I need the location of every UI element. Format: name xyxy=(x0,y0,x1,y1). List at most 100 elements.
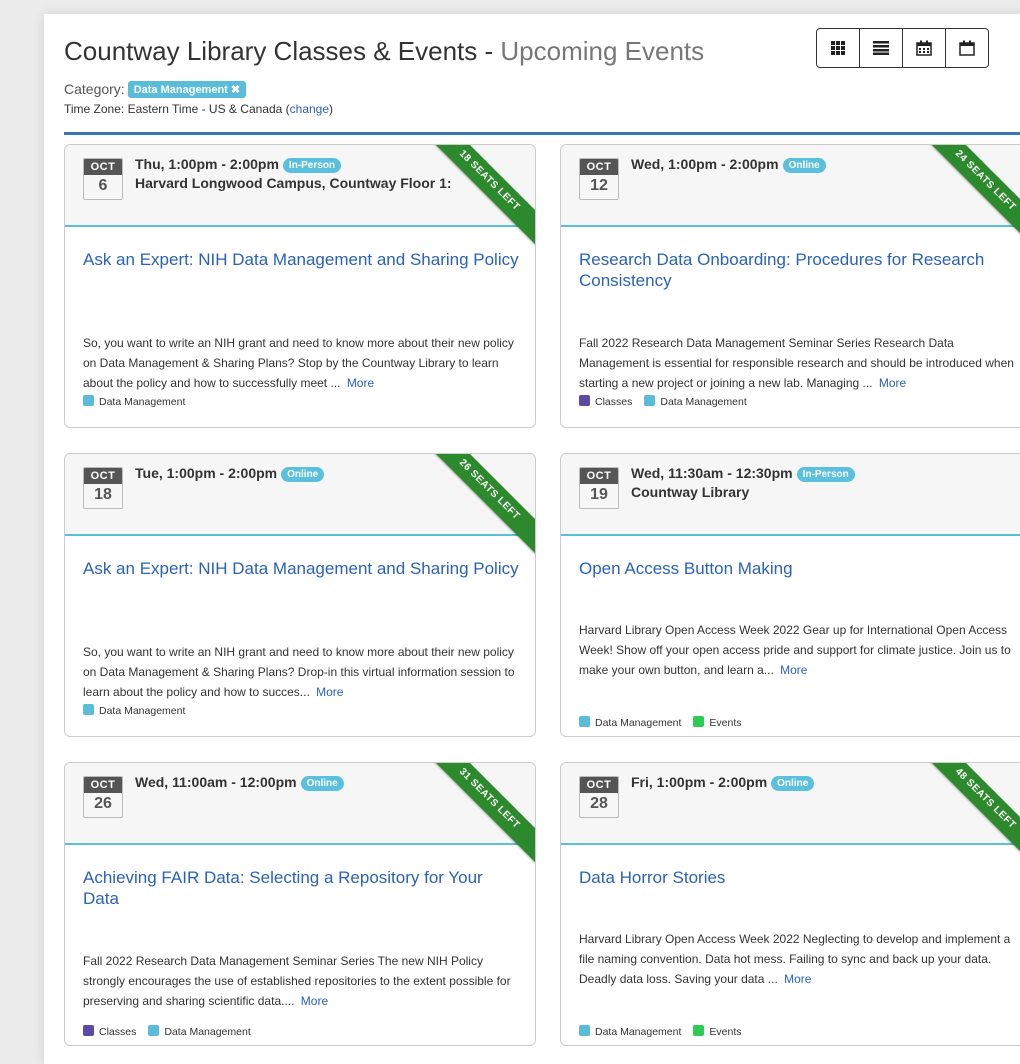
date-day: 26 xyxy=(94,795,112,812)
more-link[interactable]: More xyxy=(301,994,328,1008)
tag-swatch xyxy=(83,1025,94,1036)
more-link[interactable]: More xyxy=(316,685,343,699)
tag-label: Data Management xyxy=(660,396,747,408)
event-mode-badge: In-Person xyxy=(796,467,855,482)
category-tag[interactable]: Events xyxy=(693,716,742,729)
event-card: OCT 18 Tue, 1:00pm - 2:00pm Online 26 SEATS … xyxy=(64,453,536,737)
category-tag[interactable]: Data Management xyxy=(579,716,681,729)
event-mode-badge: In-Person xyxy=(282,158,342,173)
page-title: Countway Library Classes & Events - Upco… xyxy=(64,36,705,66)
category-tag[interactable]: Data Management xyxy=(83,395,185,408)
category-tag[interactable]: Data Management xyxy=(148,1025,251,1038)
date-badge: OCT 28 xyxy=(579,776,619,818)
category-tag[interactable]: Data Management xyxy=(579,1025,681,1038)
date-day: 12 xyxy=(590,177,608,194)
date-badge: OCT 6 xyxy=(83,158,123,200)
event-card: OCT 6 Thu, 1:00pm - 2:00pm In-Person Harvard… xyxy=(64,144,536,428)
event-description: So, you want to write an NIH grant and n… xyxy=(83,336,514,390)
event-tags: Data Management Events xyxy=(579,716,754,729)
event-mode-badge: Online xyxy=(281,467,325,482)
event-card-header: OCT 6 Thu, 1:00pm - 2:00pm In-Person Harvard… xyxy=(65,145,535,247)
tag-swatch xyxy=(693,716,705,727)
date-badge: OCT 18 xyxy=(83,467,123,509)
event-mode-badge: Online xyxy=(771,776,815,791)
date-month: OCT xyxy=(580,159,618,175)
event-title-link[interactable]: Data Horror Stories xyxy=(579,867,1019,888)
category-tag[interactable]: Classes xyxy=(83,1025,136,1038)
date-badge: OCT 26 xyxy=(83,776,123,818)
event-time: Wed, 11:00am - 12:00pm Online xyxy=(135,774,344,791)
seats-left-ribbon: 26 SEATS LEFT xyxy=(423,454,535,556)
event-location: Countway Library xyxy=(631,484,750,500)
date-month: OCT xyxy=(84,777,122,793)
event-description: Harvard Library Open Access Week 2022 Ge… xyxy=(579,623,1011,677)
event-card: OCT 19 Wed, 11:30am - 12:30pm In-Person Coun… xyxy=(560,453,1020,737)
event-description: Fall 2022 Research Data Management Semin… xyxy=(83,954,511,1008)
tag-label: Events xyxy=(709,717,742,729)
events-panel: Countway Library Classes & Events - Upco… xyxy=(44,14,1020,1064)
date-day: 6 xyxy=(98,177,108,194)
tag-label: Data Management xyxy=(99,705,186,717)
grid-view-button[interactable] xyxy=(817,29,860,67)
tag-label: Data Management xyxy=(164,1026,251,1038)
event-title-link[interactable]: Ask an Expert: NIH Data Management and S… xyxy=(83,558,523,579)
category-tag[interactable]: Classes xyxy=(579,395,632,408)
event-card-header: OCT 26 Wed, 11:00am - 12:00pm Online 31 SEAT… xyxy=(65,763,535,865)
event-time: Thu, 1:00pm - 2:00pm In-Person xyxy=(135,156,342,173)
event-card-header: OCT 12 Wed, 1:00pm - 2:00pm Online 24 SEATS … xyxy=(561,145,1020,247)
tag-label: Data Management xyxy=(99,396,186,408)
grid-icon xyxy=(831,41,845,55)
tag-swatch xyxy=(644,395,656,406)
event-card-header: OCT 18 Tue, 1:00pm - 2:00pm Online 26 SEATS … xyxy=(65,454,535,556)
calendar-icon xyxy=(959,40,975,56)
list-icon xyxy=(873,41,889,55)
event-card: OCT 12 Wed, 1:00pm - 2:00pm Online 24 SEATS … xyxy=(560,144,1020,428)
more-link[interactable]: More xyxy=(780,663,807,677)
more-link[interactable]: More xyxy=(784,972,811,986)
event-mode-badge: Online xyxy=(782,158,826,173)
tag-swatch xyxy=(83,395,94,406)
seats-left-ribbon: 24 SEATS LEFT xyxy=(919,145,1020,247)
tag-swatch xyxy=(693,1025,705,1036)
date-month: OCT xyxy=(580,468,618,484)
tag-label: Data Management xyxy=(595,717,682,729)
more-link[interactable]: More xyxy=(347,376,374,390)
category-tag[interactable]: Data Management xyxy=(83,704,185,717)
timezone-change-link[interactable]: change xyxy=(290,102,329,116)
date-month: OCT xyxy=(580,777,618,793)
category-tag[interactable]: Data Management xyxy=(644,395,747,408)
date-day: 28 xyxy=(590,795,608,812)
event-time: Tue, 1:00pm - 2:00pm Online xyxy=(135,465,325,482)
event-title-link[interactable]: Research Data Onboarding: Procedures for… xyxy=(579,249,1019,291)
calendar-view-button[interactable] xyxy=(946,29,988,67)
seats-left-ribbon: 48 SEATS LEFT xyxy=(919,763,1020,865)
month-view-button[interactable] xyxy=(903,29,946,67)
tag-label: Data Management xyxy=(595,1026,682,1038)
tag-label: Classes xyxy=(595,396,633,408)
list-view-button[interactable] xyxy=(860,29,903,67)
calendar-month-icon xyxy=(916,40,932,56)
event-mode-badge: Online xyxy=(300,776,344,791)
event-time: Wed, 11:30am - 12:30pm In-Person xyxy=(631,465,855,482)
event-tags: Data Management Events xyxy=(579,1025,754,1038)
event-title-link[interactable]: Open Access Button Making xyxy=(579,558,1019,579)
category-badge-remove[interactable]: Data Management ✖ xyxy=(127,81,247,98)
view-toggle xyxy=(816,28,989,68)
event-tags: Classes Data Management xyxy=(579,395,759,408)
tag-swatch xyxy=(83,704,94,715)
event-title-link[interactable]: Ask an Expert: NIH Data Management and S… xyxy=(83,249,523,270)
event-location: Harvard Longwood Campus, Countway Floor … xyxy=(135,175,452,191)
more-link[interactable]: More xyxy=(879,376,906,390)
date-badge: OCT 12 xyxy=(579,158,619,200)
seats-left-ribbon: 18 SEATS LEFT xyxy=(423,145,535,247)
tag-swatch xyxy=(579,716,590,727)
seats-left-ribbon: 31 SEATS LEFT xyxy=(423,763,535,865)
timezone-line: Time Zone: Eastern Time - US & Canada (c… xyxy=(64,102,334,116)
category-tag[interactable]: Events xyxy=(693,1025,742,1038)
tag-swatch xyxy=(148,1025,160,1036)
tag-label: Events xyxy=(709,1026,742,1038)
event-time: Wed, 1:00pm - 2:00pm Online xyxy=(631,156,826,173)
event-card-header: OCT 19 Wed, 11:30am - 12:30pm In-Person Coun… xyxy=(561,454,1020,536)
event-title-link[interactable]: Achieving FAIR Data: Selecting a Reposit… xyxy=(83,867,523,909)
event-description: Harvard Library Open Access Week 2022 Ne… xyxy=(579,932,1011,986)
